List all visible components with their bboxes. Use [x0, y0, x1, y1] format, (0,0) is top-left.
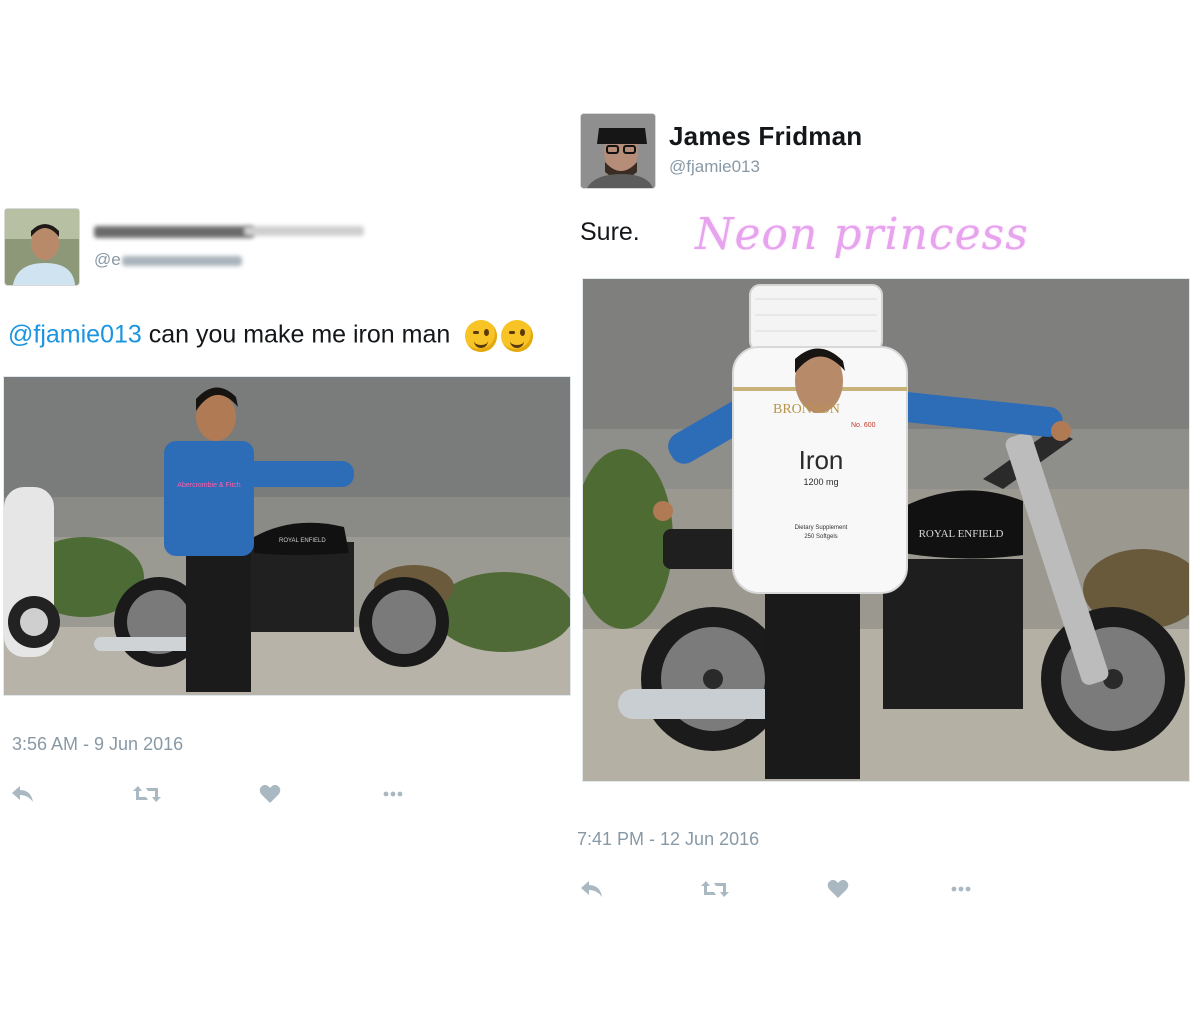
- author-name[interactable]: James Fridman: [669, 121, 862, 152]
- author-handle: @e: [94, 250, 121, 269]
- winking-face-icon: [465, 320, 498, 352]
- retweet-icon[interactable]: [132, 782, 162, 806]
- tweet-photo[interactable]: ROYAL ENFIELD BRONSON No. 600 Iron 1200: [582, 278, 1190, 782]
- tank-label: ROYAL ENFIELD: [279, 538, 326, 544]
- tweet-timestamp[interactable]: 3:56 AM - 9 Jun 2016: [12, 734, 183, 755]
- like-icon[interactable]: [255, 782, 285, 806]
- tweet-photo[interactable]: ROYAL ENFIELD Abercrombie & Fitch: [3, 376, 571, 696]
- bottle-line1: Dietary Supplement: [795, 525, 848, 531]
- author-handle-redacted: @e: [94, 250, 254, 272]
- tweet-body: can you make me iron man: [141, 320, 451, 349]
- reply-tweet: James Fridman @fjamie013 Sure. Neon prin…: [575, 105, 1200, 915]
- watermark-text: Neon princess: [695, 209, 1029, 260]
- tweet-text: @fjamie013 can you make me iron man: [8, 320, 537, 352]
- more-icon[interactable]: [378, 782, 408, 806]
- bottle-dose: 1200 mg: [803, 477, 838, 487]
- tweet-text: Sure.: [580, 218, 640, 246]
- iron-bottle: BRONSON No. 600 Iron 1200 mg Dietary Sup…: [732, 284, 908, 594]
- tweet-timestamp[interactable]: 7:41 PM - 12 Jun 2016: [577, 829, 759, 850]
- tank-label: ROYAL ENFIELD: [919, 528, 1004, 540]
- more-icon[interactable]: [946, 877, 976, 901]
- bottle-number: No. 600: [851, 422, 876, 429]
- shirt-print: Abercrombie & Fitch: [177, 482, 241, 489]
- reply-icon[interactable]: [577, 877, 607, 901]
- emoji-group: [465, 320, 537, 352]
- bottle-product: Iron: [799, 445, 844, 475]
- bottle-line2: 250 Softgels: [804, 534, 837, 540]
- bottle-brand: BRONSON: [773, 402, 840, 417]
- reply-icon[interactable]: [8, 782, 38, 806]
- winking-face-icon: [501, 320, 534, 352]
- user-avatar[interactable]: [4, 208, 80, 286]
- mention-link[interactable]: @fjamie013: [8, 321, 142, 349]
- retweet-icon[interactable]: [700, 877, 730, 901]
- original-tweet: @e @fjamie013 can you make me iron man R…: [0, 200, 580, 820]
- like-icon[interactable]: [823, 877, 853, 901]
- author-handle[interactable]: @fjamie013: [669, 157, 760, 177]
- user-avatar[interactable]: [580, 113, 656, 189]
- author-name-redacted: [94, 218, 374, 242]
